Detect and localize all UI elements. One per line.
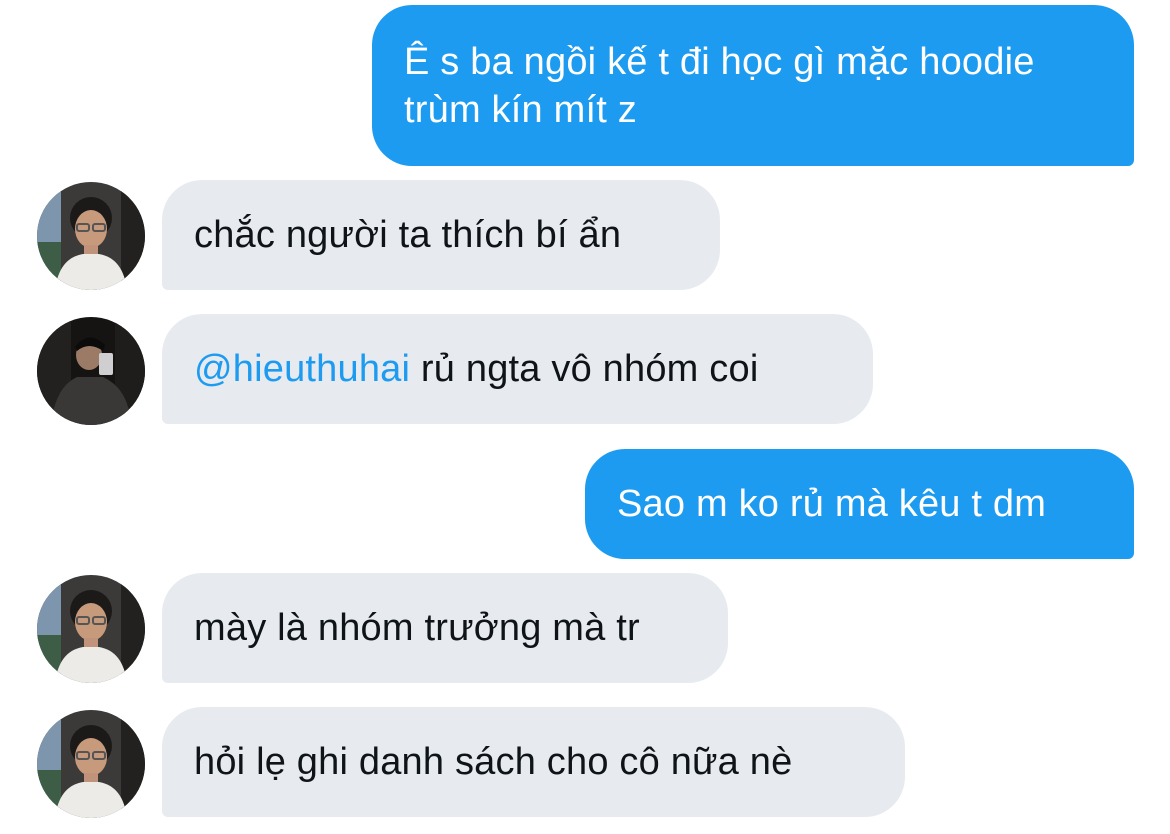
person-avatar-sunglasses-icon	[37, 182, 145, 290]
person-avatar-sunglasses-icon	[37, 710, 145, 818]
outgoing-message-bubble[interactable]: Sao m ko rủ mà kêu t dm	[585, 449, 1134, 559]
sender-avatar[interactable]	[37, 575, 145, 683]
message-text: chắc người ta thích bí ẩn	[194, 214, 622, 256]
person-avatar-sunglasses-icon	[37, 575, 145, 683]
message-text: hỏi lẹ ghi danh sách cho cô nữa nè	[194, 741, 793, 783]
sender-avatar[interactable]	[37, 317, 145, 425]
message-text: mày là nhóm trưởng mà tr	[194, 607, 640, 649]
user-mention-link[interactable]: @hieuthuhai	[194, 348, 410, 390]
incoming-message-bubble[interactable]: @hieuthuhai rủ ngta vô nhóm coi	[162, 314, 873, 424]
incoming-message-bubble[interactable]: mày là nhóm trưởng mà tr	[162, 573, 728, 683]
message-text: Sao m ko rủ mà kêu t dm	[617, 483, 1047, 525]
sender-avatar[interactable]	[37, 182, 145, 290]
sender-avatar[interactable]	[37, 710, 145, 818]
incoming-message-bubble[interactable]: hỏi lẹ ghi danh sách cho cô nữa nè	[162, 707, 905, 817]
incoming-message-bubble[interactable]: chắc người ta thích bí ẩn	[162, 180, 720, 290]
person-avatar-mirror-selfie-icon	[37, 317, 145, 425]
outgoing-message-bubble[interactable]: Ê s ba ngồi kế t đi học gì mặc hoodie tr…	[372, 5, 1134, 166]
message-text: Ê s ba ngồi kế t đi học gì mặc hoodie tr…	[404, 41, 1035, 131]
message-text: rủ ngta vô nhóm coi	[410, 348, 759, 390]
